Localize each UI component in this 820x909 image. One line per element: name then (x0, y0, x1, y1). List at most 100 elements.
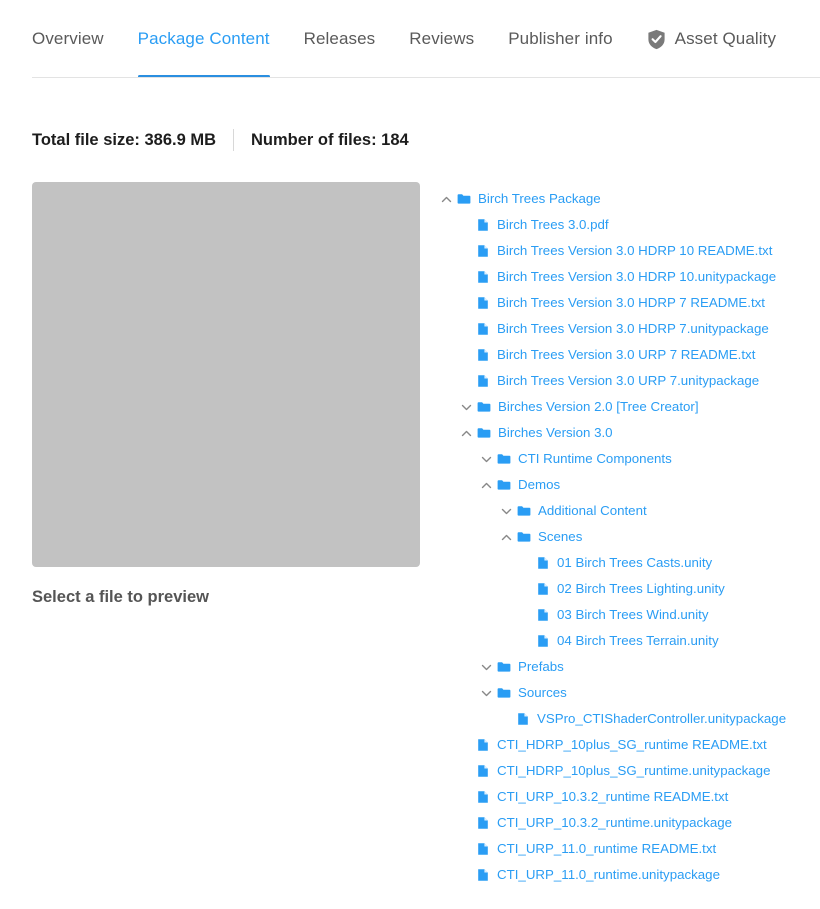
tab-overview[interactable]: Overview (32, 0, 104, 78)
tree-folder-row[interactable]: Birches Version 3.0 (440, 420, 820, 446)
tree-file-row[interactable]: CTI_URP_11.0_runtime.unitypackage (440, 862, 820, 888)
tree-file-row[interactable]: CTI_HDRP_10plus_SG_runtime README.txt (440, 732, 820, 758)
tree-file-row[interactable]: 01 Birch Trees Casts.unity (440, 550, 820, 576)
file-tree: Birch Trees Package Birch Trees 3.0.pdf Bi… (440, 182, 820, 888)
tree-item-label: Additional Content (538, 502, 647, 518)
file-icon (478, 349, 488, 361)
folder-icon (497, 454, 511, 464)
tab-releases[interactable]: Releases (304, 0, 376, 78)
tree-item-label: CTI_URP_11.0_runtime README.txt (497, 840, 717, 856)
tree-item-label: Sources (518, 684, 567, 700)
tree-item-label: CTI Runtime Components (518, 450, 672, 466)
tree-file-row[interactable]: Birch Trees Version 3.0 HDRP 7.unitypack… (440, 316, 820, 342)
folder-icon (497, 662, 511, 672)
tree-file-row[interactable]: Birch Trees Version 3.0 HDRP 10 README.t… (440, 238, 820, 264)
tab-package-content[interactable]: Package Content (137, 0, 270, 78)
file-icon (478, 765, 488, 777)
tree-item-label: VSPro_CTIShaderController.unitypackage (537, 710, 787, 726)
tab-bar: Overview Package Content Releases Reviews Pu… (0, 0, 820, 78)
preview-placeholder (32, 182, 420, 567)
tree-file-row[interactable]: Birch Trees Version 3.0 URP 7.unitypacka… (440, 368, 820, 394)
tree-folder-row[interactable]: Additional Content (440, 498, 820, 524)
file-icon (478, 297, 488, 309)
tab-reviews[interactable]: Reviews (409, 0, 474, 78)
file-icon (478, 869, 488, 881)
tree-folder-row[interactable]: Demos (440, 472, 820, 498)
file-icon (478, 323, 488, 335)
tree-folder-row[interactable]: Prefabs (440, 654, 820, 680)
tab-label: Publisher info (508, 29, 613, 48)
tree-file-row[interactable]: CTI_HDRP_10plus_SG_runtime.unitypackage (440, 758, 820, 784)
tab-bar-divider (32, 77, 820, 78)
tree-file-row[interactable]: CTI_URP_11.0_runtime README.txt (440, 836, 820, 862)
preview-panel: Select a file to preview (32, 182, 420, 607)
tree-item-label: CTI_URP_10.3.2_runtime.unitypackage (497, 814, 733, 830)
tree-item-label: Demos (518, 476, 561, 492)
tab-label: Asset Quality (674, 29, 777, 48)
tree-folder-row[interactable]: CTI Runtime Components (440, 446, 820, 472)
tree-item-label: 01 Birch Trees Casts.unity (557, 554, 713, 570)
tree-item-label: CTI_HDRP_10plus_SG_runtime README.txt (497, 736, 767, 752)
folder-icon (477, 428, 491, 438)
chevron-down-icon (481, 690, 492, 696)
chevron-up-icon (501, 534, 512, 540)
chevron-up-icon (441, 196, 452, 202)
tab-publisher-info[interactable]: Publisher info (508, 0, 612, 78)
file-icon (478, 817, 488, 829)
file-icon (478, 245, 488, 257)
chevron-up-icon (461, 430, 472, 436)
tree-file-row[interactable]: Birch Trees Version 3.0 HDRP 10.unitypac… (440, 264, 820, 290)
tree-folder-row[interactable]: Birch Trees Package (440, 186, 820, 212)
folder-icon (497, 688, 511, 698)
package-summary: Total file size: 386.9 MB Number of file… (0, 128, 820, 152)
file-icon (478, 219, 488, 231)
tree-file-row[interactable]: Birch Trees Version 3.0 URP 7 README.txt (440, 342, 820, 368)
tree-file-row[interactable]: 02 Birch Trees Lighting.unity (440, 576, 820, 602)
tree-folder-row[interactable]: Sources (440, 680, 820, 706)
tree-item-label: Birch Trees Version 3.0 HDRP 10.unitypac… (497, 268, 777, 284)
tree-item-label: Birch Trees Version 3.0 URP 7.unitypacka… (497, 372, 760, 388)
folder-icon (457, 194, 471, 204)
folder-icon (517, 506, 531, 516)
tree-item-label: 02 Birch Trees Lighting.unity (557, 580, 725, 596)
tree-item-label: Birch Trees 3.0.pdf (497, 216, 609, 232)
tree-file-row[interactable]: CTI_URP_10.3.2_runtime.unitypackage (440, 810, 820, 836)
chevron-down-icon (481, 664, 492, 670)
tree-item-label: Scenes (538, 528, 583, 544)
tree-item-label: Birch Trees Version 3.0 URP 7 README.txt (497, 346, 756, 362)
tree-item-label: CTI_URP_11.0_runtime.unitypackage (497, 866, 720, 882)
shield-check-icon (648, 29, 665, 49)
file-icon (538, 583, 548, 595)
chevron-up-icon (481, 482, 492, 488)
tree-item-label: Birch Trees Package (478, 190, 601, 206)
chevron-down-icon (461, 404, 472, 410)
tree-item-label: 03 Birch Trees Wind.unity (557, 606, 709, 622)
tree-item-label: CTI_URP_10.3.2_runtime README.txt (497, 788, 729, 804)
file-icon (478, 791, 488, 803)
file-icon (538, 609, 548, 621)
tree-item-label: Birch Trees Version 3.0 HDRP 7.unitypack… (497, 320, 769, 336)
tree-item-label: CTI_HDRP_10plus_SG_runtime.unitypackage (497, 762, 771, 778)
file-icon (538, 635, 548, 647)
tree-item-label: Prefabs (518, 658, 564, 674)
tree-file-row[interactable]: CTI_URP_10.3.2_runtime README.txt (440, 784, 820, 810)
tree-file-row[interactable]: 04 Birch Trees Terrain.unity (440, 628, 820, 654)
tab-list: Overview Package Content Releases Reviews Pu… (32, 0, 776, 78)
file-icon (478, 375, 488, 387)
tab-asset-quality[interactable]: Asset Quality (647, 0, 776, 78)
file-icon (478, 271, 488, 283)
summary-separator (233, 129, 234, 151)
tab-label: Overview (32, 29, 104, 48)
chevron-down-icon (481, 456, 492, 462)
package-content-body: Select a file to preview Birch Trees Pac… (0, 182, 820, 888)
tree-file-row[interactable]: Birch Trees Version 3.0 HDRP 7 README.tx… (440, 290, 820, 316)
tree-item-label: 04 Birch Trees Terrain.unity (557, 632, 719, 648)
tree-file-row[interactable]: VSPro_CTIShaderController.unitypackage (440, 706, 820, 732)
file-icon (518, 713, 528, 725)
tree-folder-row[interactable]: Birches Version 2.0 [Tree Creator] (440, 394, 820, 420)
tree-folder-row[interactable]: Scenes (440, 524, 820, 550)
tree-file-row[interactable]: 03 Birch Trees Wind.unity (440, 602, 820, 628)
number-of-files: Number of files: 184 (251, 130, 409, 149)
file-icon (478, 739, 488, 751)
tree-file-row[interactable]: Birch Trees 3.0.pdf (440, 212, 820, 238)
